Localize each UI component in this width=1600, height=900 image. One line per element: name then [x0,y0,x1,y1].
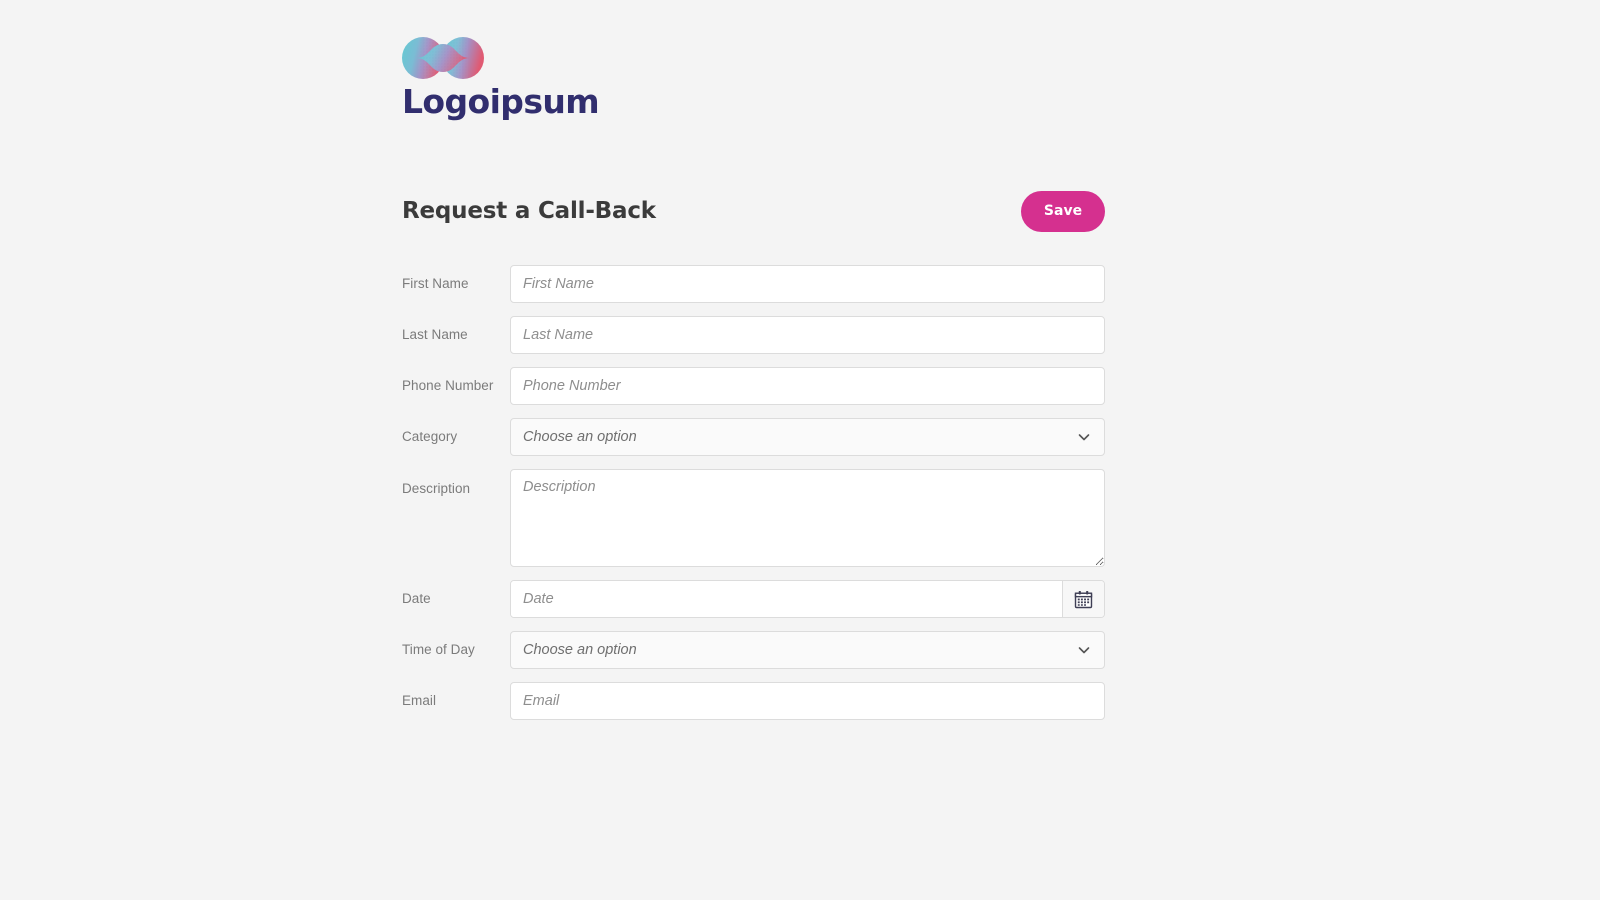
date-input-group [510,580,1105,618]
form-header: Request a Call-Back Save [402,190,1105,232]
label-first-name: First Name [402,276,469,291]
logo-dual-circle-gradient-icon [402,37,484,79]
time-of-day-select-value: Choose an option [523,642,637,658]
field-wrap-category: Choose an option [510,418,1105,456]
phone-number-input[interactable] [510,367,1105,405]
brand-logo: Logoipsum [402,36,662,120]
field-wrap-last-name [510,316,1105,354]
save-button[interactable]: Save [1021,190,1105,232]
category-select[interactable]: Choose an option [510,418,1105,456]
field-wrap-date [510,580,1105,618]
field-wrap-description [510,469,1105,567]
chevron-down-icon [1078,434,1090,441]
category-select-value: Choose an option [523,429,637,445]
time-of-day-select[interactable]: Choose an option [510,631,1105,669]
page-title: Request a Call-Back [402,198,656,224]
last-name-input[interactable] [510,316,1105,354]
label-email: Email [402,693,437,708]
field-wrap-first-name [510,265,1105,303]
field-wrap-phone-number [510,367,1105,405]
first-name-input[interactable] [510,265,1105,303]
page-root: Logoipsum Request a Call-Back Save First… [0,0,1600,900]
label-date: Date [402,591,431,606]
email-input[interactable] [510,682,1105,720]
label-description: Description [402,481,471,496]
calendar-icon [1074,590,1093,608]
field-wrap-email [510,682,1105,720]
field-wrap-time-of-day: Choose an option [510,631,1105,669]
form-row-time-of-day: Time of Day Choose an option [402,631,1105,669]
label-time-of-day: Time of Day [402,642,475,657]
date-input[interactable] [511,581,1062,617]
form-row-phone-number: Phone Number [402,367,1105,405]
form-row-first-name: First Name [402,265,1105,303]
form-row-category: Category Choose an option [402,418,1105,456]
chevron-down-icon [1078,647,1090,654]
label-last-name: Last Name [402,327,468,342]
description-textarea[interactable] [510,469,1105,567]
calendar-picker-button[interactable] [1062,581,1104,617]
brand-wordmark: Logoipsum [402,82,600,121]
form-row-description: Description [402,469,1105,567]
label-phone-number: Phone Number [402,378,494,393]
form-row-last-name: Last Name [402,316,1105,354]
label-category: Category [402,429,458,444]
form-row-date: Date [402,580,1105,618]
form-row-email: Email [402,682,1105,720]
callback-request-form: First Name Last Name Phone Number Catego… [402,265,1105,733]
